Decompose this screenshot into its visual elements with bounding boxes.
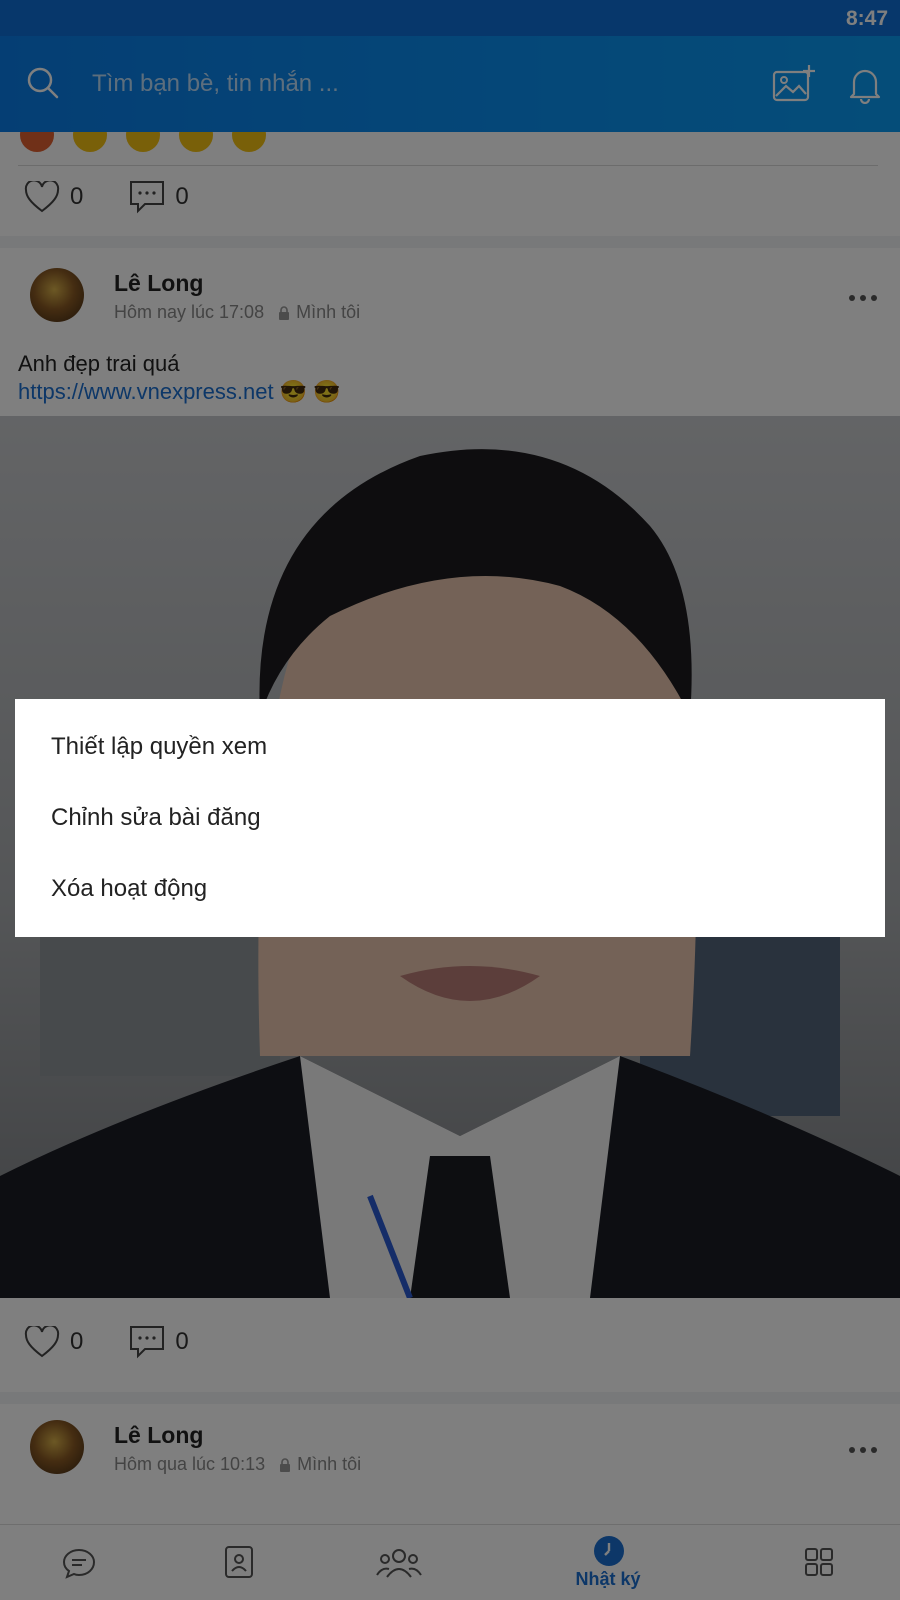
- menu-item-privacy-settings[interactable]: Thiết lập quyền xem: [15, 711, 885, 782]
- menu-item-delete-activity[interactable]: Xóa hoạt động: [15, 853, 885, 924]
- menu-item-edit-post[interactable]: Chỉnh sửa bài đăng: [15, 782, 885, 853]
- post-options-menu: Thiết lập quyền xem Chỉnh sửa bài đăng X…: [15, 699, 885, 937]
